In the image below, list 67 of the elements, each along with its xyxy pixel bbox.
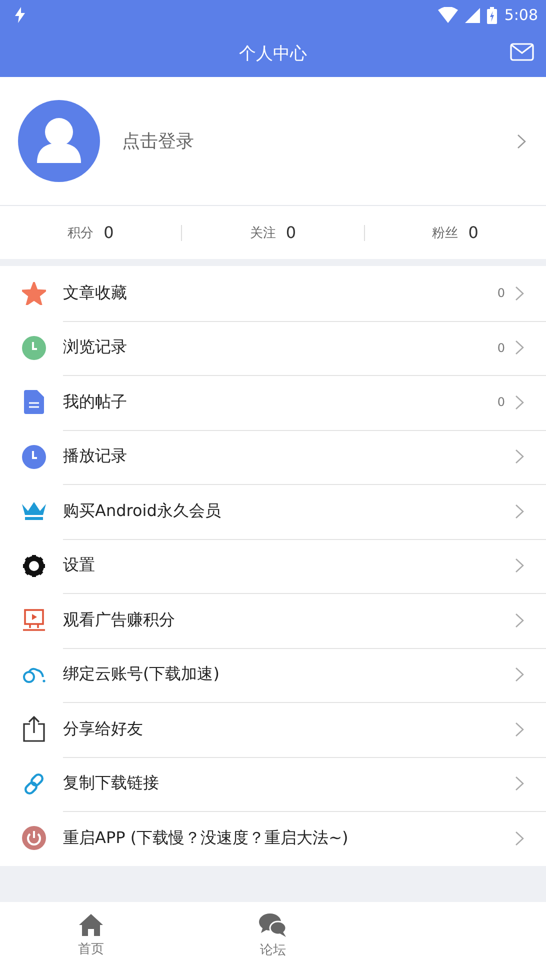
- stat-value: 0: [468, 223, 478, 242]
- chevron-icon: [515, 340, 524, 356]
- mail-icon[interactable]: [510, 43, 534, 61]
- menu-label: 我的帖子: [63, 392, 128, 413]
- item-count: 0: [497, 395, 505, 410]
- crown-icon: [22, 501, 46, 522]
- stat-label: 积分: [68, 224, 94, 242]
- chevron-icon: [517, 134, 526, 148]
- menu-item[interactable]: 购买Android永久会员: [0, 484, 546, 538]
- menu-item[interactable]: 复制下载链接: [0, 756, 546, 811]
- chevron-icon: [515, 722, 524, 737]
- clock-icon: [22, 336, 46, 360]
- chevron-icon: [515, 286, 524, 301]
- lightning-icon: [14, 7, 26, 23]
- menu-item[interactable]: 绑定云账号(下载加速): [0, 648, 546, 702]
- menu-label: 播放记录: [63, 446, 128, 468]
- stat-label: 粉丝: [432, 224, 458, 242]
- login-prompt: 点击登录: [122, 130, 195, 153]
- item-count: 0: [497, 340, 505, 355]
- chevron-icon: [515, 394, 524, 410]
- menu-item[interactable]: 我的帖子 0: [0, 375, 546, 430]
- nav-tab[interactable]: 论坛: [182, 902, 364, 970]
- chevron-icon: [515, 667, 524, 682]
- nav-tab[interactable]: 首页: [0, 902, 182, 970]
- stat-label: 关注: [250, 224, 276, 242]
- battery-icon: [487, 6, 498, 24]
- menu-item[interactable]: 播放记录: [0, 430, 546, 484]
- login-row[interactable]: 点击登录: [0, 77, 546, 206]
- wifi-icon: [438, 7, 458, 23]
- menu-label: 设置: [63, 555, 96, 576]
- chevron-icon: [515, 776, 524, 792]
- page-title: 个人中心: [239, 43, 307, 65]
- menu-label: 观看广告赚积分: [63, 610, 176, 631]
- clock-icon: [22, 444, 46, 469]
- home-icon: [79, 914, 103, 936]
- stat-value: 0: [104, 223, 114, 242]
- menu-label: 绑定云账号(下载加速): [63, 664, 220, 686]
- menu-item[interactable]: 重启APP (下载慢？没速度？重启大法~): [0, 811, 546, 866]
- menu-item[interactable]: 分享给好友: [0, 702, 546, 756]
- settings-icon: [22, 554, 44, 577]
- menu-label: 文章收藏: [63, 282, 128, 304]
- chevron-icon: [515, 449, 524, 464]
- menu-item[interactable]: 文章收藏 0: [0, 266, 546, 320]
- star-icon: [22, 282, 46, 305]
- share-icon: [22, 716, 44, 742]
- document-icon: [24, 390, 44, 414]
- chevron-icon: [515, 558, 524, 574]
- avatar-icon: [18, 100, 100, 182]
- signal-icon: [465, 8, 480, 22]
- menu-item[interactable]: 设置: [0, 538, 546, 593]
- menu-item[interactable]: 观看广告赚积分: [0, 593, 546, 648]
- stat-value: 0: [286, 223, 296, 242]
- link-icon: [22, 772, 44, 795]
- menu-label: 浏览记录: [63, 337, 128, 358]
- menu-label: 分享给好友: [63, 718, 144, 740]
- menu-label: 购买Android永久会员: [63, 500, 222, 522]
- item-count: 0: [497, 286, 505, 300]
- monitor-play-icon: [22, 609, 44, 632]
- chat-bubbles-icon: [259, 912, 287, 937]
- power-icon: [22, 826, 46, 850]
- menu-item[interactable]: 浏览记录 0: [0, 320, 546, 375]
- chevron-icon: [515, 504, 524, 519]
- status-time: 5:08: [504, 6, 538, 24]
- menu-label: 复制下载链接: [63, 773, 160, 794]
- chevron-icon: [515, 830, 524, 846]
- chevron-icon: [515, 612, 524, 628]
- menu-label: 重启APP (下载慢？没速度？重启大法~): [63, 828, 350, 849]
